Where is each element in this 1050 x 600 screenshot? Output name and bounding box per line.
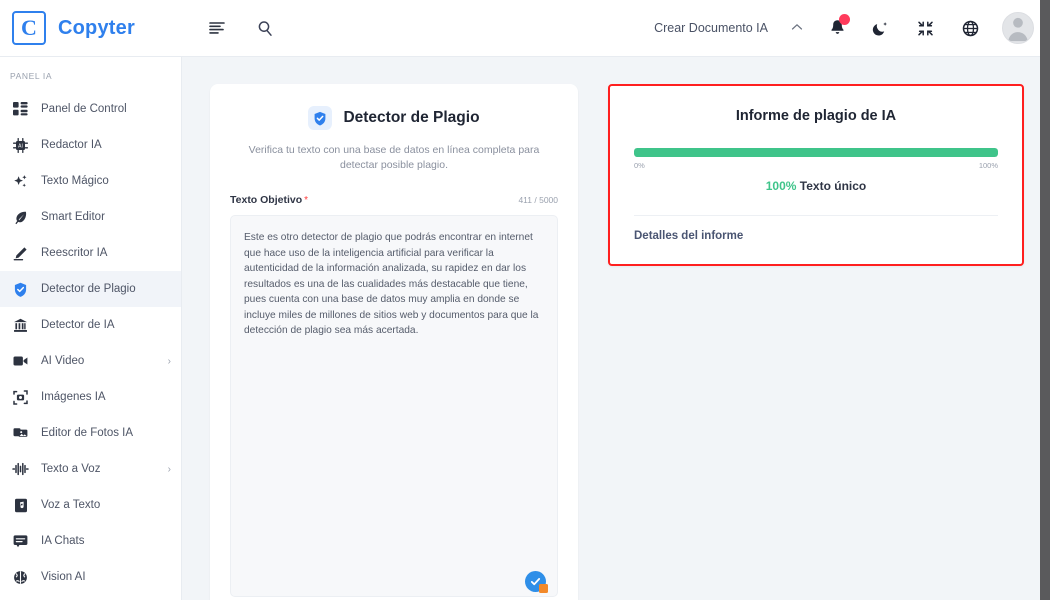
create-document-button[interactable]: Crear Documento IA <box>654 21 768 35</box>
uniqueness-progress-block: 0% 100% <box>634 148 998 170</box>
shield-check-icon <box>308 106 333 130</box>
sidebar-item-texto-a-voz[interactable]: Texto a Voz › <box>0 451 181 487</box>
detector-subtitle: Verifica tu texto con una base de datos … <box>248 144 540 172</box>
sidebar-item-vision-ai[interactable]: Vision AI <box>0 559 181 595</box>
textarea-wrapper <box>230 215 558 600</box>
avatar[interactable] <box>1002 12 1034 44</box>
brand-logo[interactable]: C Copyter <box>0 11 182 45</box>
waveform-icon <box>12 462 29 476</box>
body-wrapper: PANEL IA Panel de Control AI Redactor IA Te… <box>0 57 1050 600</box>
sidebar-item-label: Vision AI <box>41 571 86 583</box>
globe-icon[interactable] <box>957 15 983 41</box>
orange-square-marker <box>539 584 548 594</box>
sidebar-item-label: AI Video <box>41 355 85 367</box>
page-title: Detector de Plagio <box>343 109 480 126</box>
chevron-up-icon[interactable] <box>787 22 807 34</box>
logo-mark: C <box>12 11 46 45</box>
sidebar-item-label: Redactor IA <box>41 139 102 151</box>
sidebar-item-detector-de-ia[interactable]: Detector de IA <box>0 307 181 343</box>
shield-check-icon <box>12 282 29 297</box>
progress-fill <box>634 148 998 157</box>
top-bar: C Copyter Crear Documento IA <box>0 0 1050 57</box>
report-details-link[interactable]: Detalles del informe <box>634 230 998 242</box>
sidebar-item-label: Imágenes IA <box>41 391 106 403</box>
logo-letter: C <box>21 15 37 40</box>
sidebar-item-detector-de-plagio[interactable]: Detector de Plagio <box>0 271 181 307</box>
report-column: Informe de plagio de IA 0% 100% 100% Tex… <box>608 84 1024 266</box>
sidebar-item-imágenes-ia[interactable]: Imágenes IA <box>0 379 181 415</box>
moon-icon[interactable] <box>867 15 893 41</box>
sidebar-item-label: Texto a Voz <box>41 463 101 475</box>
sidebar-item-panel-de-control[interactable]: Panel de Control <box>0 91 181 127</box>
search-icon[interactable] <box>252 15 278 41</box>
sidebar-item-ai-video[interactable]: AI Video › <box>0 343 181 379</box>
app-root: C Copyter Crear Documento IA PANEL IA Pa… <box>0 0 1050 600</box>
plagiarism-detector-card: Detector de Plagio Verifica tu texto con… <box>210 84 578 600</box>
progress-scale: 0% 100% <box>634 161 998 170</box>
check-circle-icon[interactable] <box>525 571 548 594</box>
sidebar-item-texto-mágico[interactable]: Texto Mágico <box>0 163 181 199</box>
chevron-right-icon: › <box>167 355 171 367</box>
sidebar-item-editor-de-fotos-ia[interactable]: Editor de Fotos IA <box>0 415 181 451</box>
feather-icon <box>12 210 29 225</box>
sidebar: PANEL IA Panel de Control AI Redactor IA Te… <box>0 57 182 600</box>
sidebar-item-label: IA Chats <box>41 535 85 547</box>
sidebar-item-redactor-ia[interactable]: AI Redactor IA <box>0 127 181 163</box>
chip-ai-icon: AI <box>12 137 29 153</box>
progress-track <box>634 148 998 157</box>
sidebar-item-label: Panel de Control <box>41 103 127 115</box>
svg-text:AI: AI <box>18 143 23 149</box>
audio-file-icon <box>12 498 29 513</box>
detector-header: Detector de Plagio <box>230 106 558 130</box>
sidebar-item-label: Editor de Fotos IA <box>41 427 134 439</box>
collapse-arrows-icon[interactable] <box>912 15 938 41</box>
unique-text-summary: 100% Texto único <box>634 179 998 193</box>
sidebar-item-label: Detector de Plagio <box>41 283 136 295</box>
topbar-tools <box>182 15 278 41</box>
brand-name: Copyter <box>58 16 135 39</box>
notification-dot <box>839 14 850 25</box>
page-scrollbar[interactable] <box>1040 0 1050 600</box>
unique-text-label: Texto único <box>799 179 867 193</box>
chat-bubble-icon <box>12 534 29 548</box>
main-content: Detector de Plagio Verifica tu texto con… <box>182 57 1050 600</box>
field-label-text: Texto Objetivo <box>230 194 303 207</box>
topbar-right-group: Crear Documento IA <box>654 12 1050 44</box>
sidebar-heading: PANEL IA <box>10 71 53 81</box>
scale-max-label: 100% <box>978 161 998 170</box>
target-text-label: Texto Objetivo * <box>230 190 308 208</box>
report-divider <box>634 215 998 216</box>
report-title: Informe de plagio de IA <box>735 108 897 124</box>
bank-columns-icon <box>12 318 29 333</box>
unique-percent-value: 100% <box>765 179 797 193</box>
sidebar-item-label: Reescritor IA <box>41 247 108 259</box>
sidebar-item-label: Smart Editor <box>41 211 105 223</box>
required-mark: * <box>304 195 309 207</box>
dashboard-icon <box>12 102 29 116</box>
sidebar-item-ia-chats[interactable]: IA Chats <box>0 523 181 559</box>
sidebar-nav-list: Panel de Control AI Redactor IA Texto Mágic… <box>0 91 181 595</box>
scale-min-label: 0% <box>634 161 645 170</box>
camera-frame-icon <box>12 389 29 405</box>
sidebar-item-label: Detector de IA <box>41 319 115 331</box>
sidebar-item-label: Texto Mágico <box>41 175 109 187</box>
list-lines-icon[interactable] <box>204 15 230 41</box>
photo-edit-icon <box>12 426 29 440</box>
character-counter: 411 / 5000 <box>518 195 558 206</box>
bell-icon[interactable] <box>826 14 850 39</box>
detector-column: Detector de Plagio Verifica tu texto con… <box>210 84 578 600</box>
brain-icon <box>12 570 29 585</box>
sidebar-item-label: Voz a Texto <box>41 499 101 511</box>
chevron-right-icon: › <box>167 463 171 475</box>
pencil-icon <box>12 246 29 261</box>
sidebar-item-reescritor-ia[interactable]: Reescritor IA <box>0 235 181 271</box>
plagiarism-report-card: Informe de plagio de IA 0% 100% 100% Tex… <box>608 84 1024 266</box>
target-text-input[interactable] <box>230 215 558 598</box>
sidebar-item-voz-a-texto[interactable]: Voz a Texto <box>0 487 181 523</box>
video-camera-icon <box>12 355 29 367</box>
sparkles-icon <box>12 174 29 189</box>
sidebar-item-smart-editor[interactable]: Smart Editor <box>0 199 181 235</box>
field-header-row: Texto Objetivo * 411 / 5000 <box>230 190 558 208</box>
